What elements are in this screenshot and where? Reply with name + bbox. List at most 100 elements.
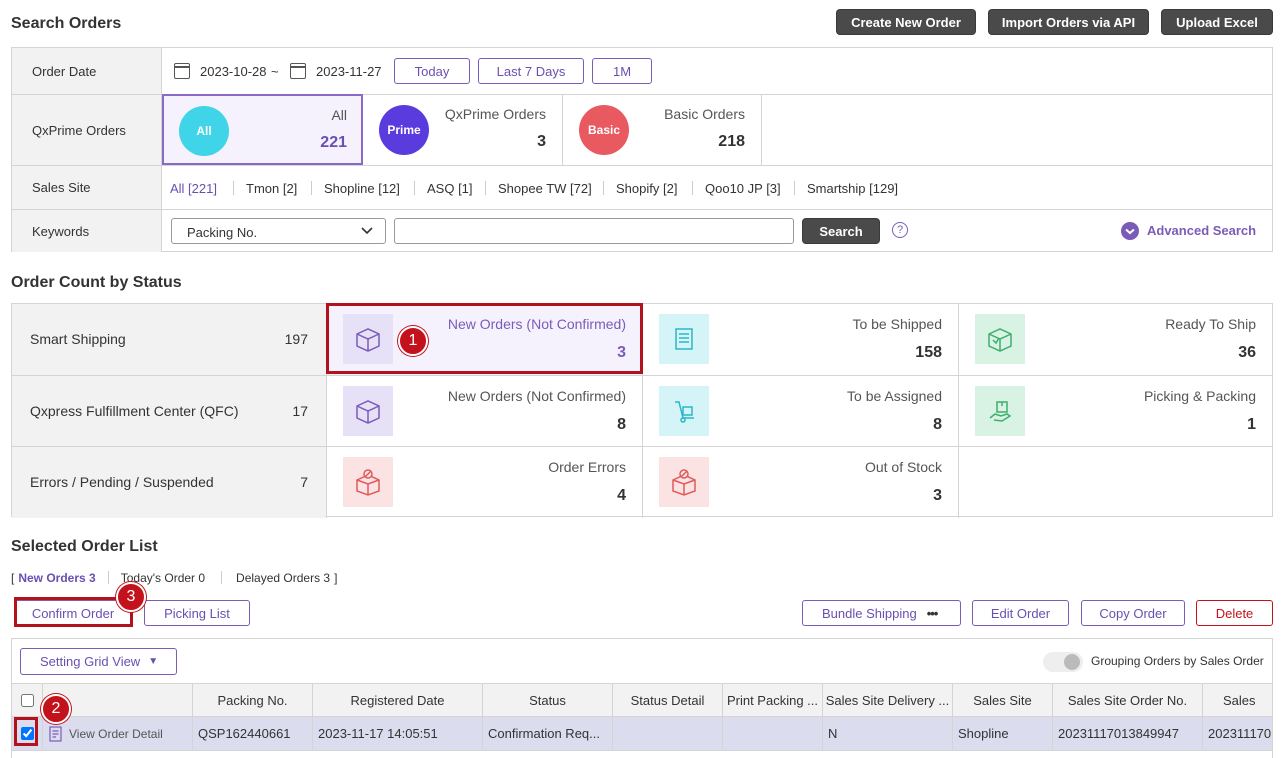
status-row-errors: Errors / Pending / Suspended 7 Order Erro… <box>12 446 1272 518</box>
status-card-order-errors[interactable]: Order Errors 4 <box>327 447 643 518</box>
caret-down-icon: ▼ <box>148 656 159 667</box>
advanced-search-link[interactable]: Advanced Search <box>1147 223 1256 238</box>
status-card-new-orders-qfc[interactable]: New Orders (Not Confirmed) 8 <box>327 376 643 447</box>
filter-delayed-orders[interactable]: Delayed Orders 3 <box>236 571 330 585</box>
table-row[interactable]: View Order Detail QSP162440661 2023-11-1… <box>12 717 1272 751</box>
qxprime-option-count: 221 <box>320 134 347 151</box>
filter-new-orders[interactable]: New Orders 3 <box>18 571 95 585</box>
upload-excel-button[interactable]: Upload Excel <box>1161 9 1273 35</box>
sales-site-shopee-tw[interactable]: Shopee TW [72] <box>498 166 592 210</box>
bracket: ] <box>334 571 338 585</box>
column-header[interactable]: Registered Date <box>313 684 483 717</box>
qxprime-option-prime[interactable]: Prime QxPrime Orders 3 <box>363 95 563 165</box>
qxprime-option-count: 3 <box>537 133 546 150</box>
delete-button[interactable]: Delete <box>1196 600 1273 626</box>
status-card-count: 4 <box>617 487 626 504</box>
column-header[interactable]: Sales Site Order No. <box>1053 684 1203 717</box>
calendar-icon[interactable] <box>174 63 190 79</box>
last-7-days-button[interactable]: Last 7 Days <box>478 58 584 84</box>
qxprime-option-label: Basic Orders <box>664 106 745 122</box>
column-header[interactable]: Sales Site Delivery ... <box>823 684 953 717</box>
error-box-icon <box>659 457 709 507</box>
edit-order-button[interactable]: Edit Order <box>972 600 1069 626</box>
annotation-badge-2: 2 <box>41 694 71 724</box>
status-card-count: 8 <box>933 416 942 433</box>
search-filter-table: Order Date 2023-10-28 ~ 2023-11-27 Today… <box>11 47 1273 252</box>
setting-grid-view-button[interactable]: Setting Grid View ▼ <box>20 648 177 675</box>
prime-badge: Prime <box>379 105 429 155</box>
view-order-detail-cell[interactable]: View Order Detail <box>43 717 193 750</box>
keywords-row: Keywords Packing No. Search ? Advanced S… <box>12 209 1272 252</box>
create-new-order-button[interactable]: Create New Order <box>836 9 976 35</box>
order-filter-tabs: [ New Orders 3 Today's Order 0 Delayed O… <box>11 571 337 585</box>
status-card-picking-packing[interactable]: Picking & Packing 1 <box>959 376 1272 447</box>
column-header[interactable]: Sales Site <box>953 684 1053 717</box>
status-card-out-of-stock[interactable]: Out of Stock 3 <box>643 447 959 518</box>
highlight-box <box>326 303 643 374</box>
keyword-type-select[interactable]: Packing No. <box>171 218 386 244</box>
grid-header: Packing No. Registered Date Status Statu… <box>12 683 1272 717</box>
column-header[interactable]: Sales <box>1203 684 1272 717</box>
status-card-to-be-shipped[interactable]: To be Shipped 158 <box>643 304 959 375</box>
date-from[interactable]: 2023-10-28 <box>200 64 267 79</box>
sales-site-shopline[interactable]: Shopline [12] <box>324 166 400 210</box>
grouping-toggle[interactable] <box>1043 652 1083 672</box>
print-packing-cell <box>723 717 823 750</box>
divider <box>794 181 795 195</box>
today-button[interactable]: Today <box>394 58 470 84</box>
status-card-ready-to-ship[interactable]: Ready To Ship 36 <box>959 304 1272 375</box>
sales-site-delivery-cell: N <box>823 717 953 750</box>
status-section-title: Order Count by Status <box>11 274 182 291</box>
select-all-cell <box>12 684 43 717</box>
order-grid-panel: Setting Grid View ▼ Grouping Orders by S… <box>11 638 1273 758</box>
column-header[interactable]: Status <box>483 684 613 717</box>
divider <box>485 181 486 195</box>
basic-badge: Basic <box>579 105 629 155</box>
highlight-box <box>14 597 133 627</box>
help-icon[interactable]: ? <box>892 222 908 238</box>
divider <box>692 181 693 195</box>
qxprime-option-label: QxPrime Orders <box>444 106 546 122</box>
qxprime-option-all[interactable]: All All 221 <box>162 94 363 165</box>
divider <box>233 181 234 195</box>
one-month-button[interactable]: 1M <box>592 58 652 84</box>
picking-list-button[interactable]: Picking List <box>144 600 250 626</box>
highlight-box <box>14 717 38 746</box>
status-card-label: To be Assigned <box>847 388 942 404</box>
view-order-detail-link[interactable]: View Order Detail <box>69 727 163 741</box>
sales-site-order-no-cell: 20231117013849947 <box>1053 717 1203 750</box>
sales-site-tmon[interactable]: Tmon [2] <box>246 166 297 210</box>
qxprime-option-basic[interactable]: Basic Basic Orders 218 <box>563 95 762 165</box>
sales-site-shopify[interactable]: Shopify [2] <box>616 166 677 210</box>
order-date-label: Order Date <box>12 48 162 94</box>
sales-site-smartship[interactable]: Smartship [129] <box>807 166 898 210</box>
keywords-label: Keywords <box>12 210 162 252</box>
import-orders-api-button[interactable]: Import Orders via API <box>988 9 1149 35</box>
status-card-to-be-assigned[interactable]: To be Assigned 8 <box>643 376 959 447</box>
qxprime-option-count: 218 <box>718 133 745 150</box>
hand-truck-icon <box>659 386 709 436</box>
column-header[interactable]: Print Packing ... <box>723 684 823 717</box>
status-row-qfc: Qxpress Fulfillment Center (QFC) 17 New O… <box>12 375 1272 447</box>
sales-site-asq[interactable]: ASQ [1] <box>427 166 473 210</box>
status-card-label: Order Errors <box>548 459 626 475</box>
keyword-input[interactable] <box>394 218 794 244</box>
bundle-shipping-button[interactable]: Bundle Shipping ••• <box>802 600 961 626</box>
select-all-checkbox[interactable] <box>20 694 34 707</box>
sales-site-qoo10-jp[interactable]: Qoo10 JP [3] <box>705 166 781 210</box>
search-button[interactable]: Search <box>802 218 880 244</box>
column-header[interactable]: Status Detail <box>613 684 723 717</box>
order-date-row: Order Date 2023-10-28 ~ 2023-11-27 Today… <box>12 48 1272 94</box>
sales-site-label: Sales Site <box>12 166 162 209</box>
status-card-count: 3 <box>933 487 942 504</box>
column-header[interactable]: Packing No. <box>193 684 313 717</box>
more-options-icon[interactable]: ••• <box>927 606 939 621</box>
calendar-icon[interactable] <box>290 63 306 79</box>
qxprime-row: QxPrime Orders All All 221 Prime QxPrime… <box>12 94 1272 165</box>
sales-site-all[interactable]: All [221] <box>170 166 217 210</box>
date-to[interactable]: 2023-11-27 <box>316 64 382 79</box>
status-card-count: 1 <box>1247 416 1256 433</box>
annotation-badge-3: 3 <box>116 582 146 612</box>
chevron-down-circle-icon[interactable] <box>1121 222 1139 240</box>
copy-order-button[interactable]: Copy Order <box>1081 600 1185 626</box>
